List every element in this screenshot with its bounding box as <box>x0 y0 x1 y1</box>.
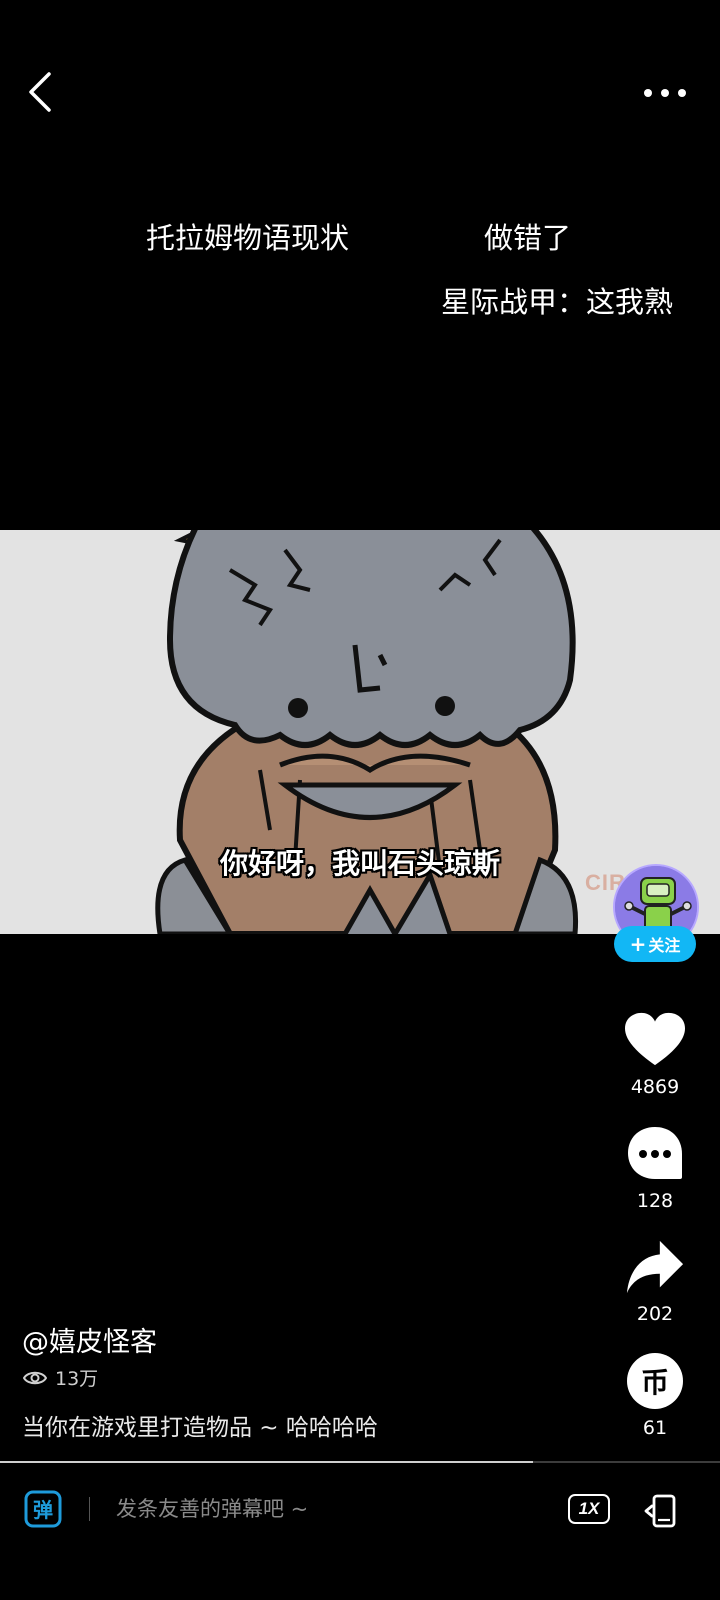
view-count: 13万 <box>23 1364 98 1391</box>
comment-count: 128 <box>636 1190 674 1212</box>
more-horizontal-icon <box>644 89 686 97</box>
danmaku-input[interactable] <box>100 1486 530 1532</box>
coin-glyph: 币 <box>640 1366 669 1399</box>
video-subtitle: 你好呀，我叫石头琼斯 <box>219 847 500 880</box>
eye-icon <box>23 1371 47 1384</box>
danmaku-glyph: 弹 <box>33 1498 53 1522</box>
video-caption-line1-left: 托拉姆物语现状 <box>146 221 350 255</box>
share-button[interactable]: 202 <box>618 1237 692 1325</box>
video-progress-fill <box>0 1461 533 1463</box>
more-options-button[interactable] <box>640 80 694 106</box>
chevron-left-icon <box>29 72 51 112</box>
share-arrow-icon <box>626 1240 684 1294</box>
danmaku-toggle-button[interactable]: 弹 <box>24 1490 62 1528</box>
like-count: 4869 <box>630 1076 680 1098</box>
video-description: 当你在游戏里打造物品 ~ 哈哈哈哈 <box>22 1415 378 1441</box>
plus-icon: + <box>629 932 647 956</box>
coin-icon: 币 <box>627 1353 683 1409</box>
author-name[interactable]: @嬉皮怪客 <box>22 1320 157 1359</box>
video-progress-bar[interactable] <box>0 1461 720 1463</box>
back-button[interactable] <box>22 68 62 116</box>
bottom-bar-divider <box>89 1497 90 1521</box>
coin-button[interactable]: 币 61 <box>618 1351 692 1439</box>
heart-icon <box>625 1012 685 1066</box>
comment-button[interactable]: 128 <box>618 1124 692 1212</box>
rotate-screen-icon <box>644 1494 676 1528</box>
comment-bubble-icon <box>628 1127 682 1179</box>
video-player[interactable]: CIRC 你好呀，我叫石头琼斯 <box>0 530 720 934</box>
video-caption-line1-right: 做错了 <box>484 221 572 255</box>
follow-label: 关注 <box>648 936 681 955</box>
follow-button[interactable]: + 关注 <box>614 926 696 962</box>
coin-count: 61 <box>642 1417 668 1439</box>
like-button[interactable]: 4869 <box>618 1010 692 1098</box>
playback-speed-button[interactable]: 1X <box>568 1494 610 1524</box>
view-count-text: 13万 <box>55 1368 99 1390</box>
rotate-screen-button[interactable] <box>644 1493 680 1529</box>
video-caption-line2: 星际战甲：这我熟 <box>441 285 674 319</box>
share-count: 202 <box>636 1303 674 1325</box>
danmaku-icon: 弹 <box>24 1490 62 1528</box>
